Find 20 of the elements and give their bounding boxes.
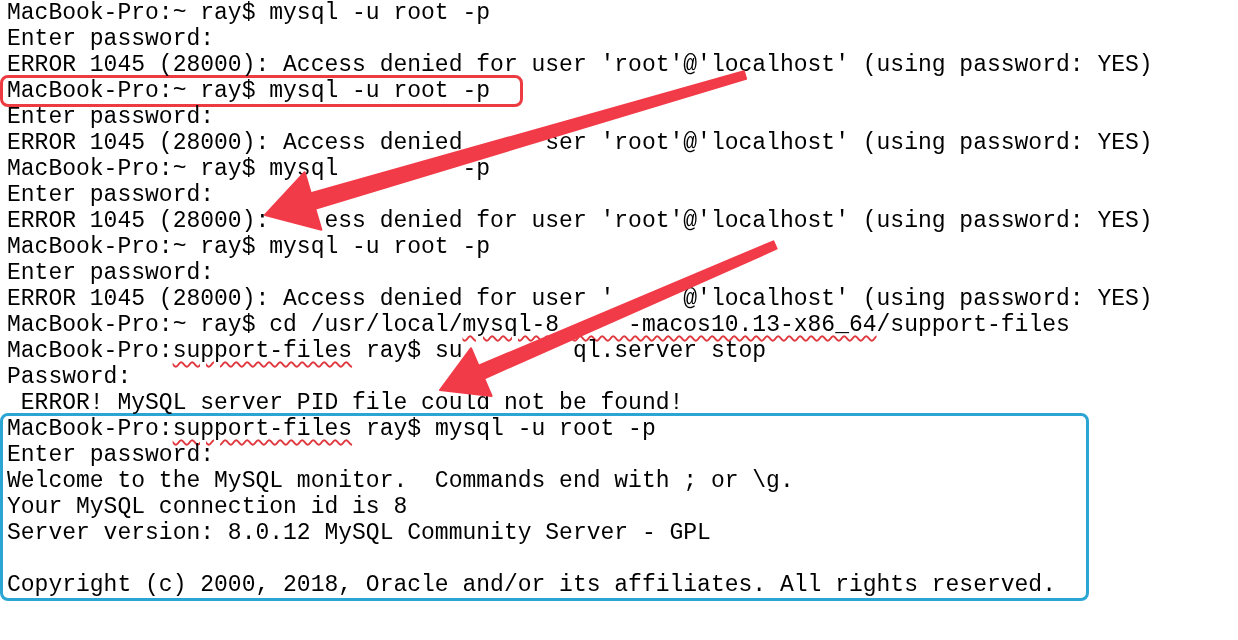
terminal-line: ERROR 1045 (28000): Access denied for user ' @'localhost' (using password: YES)	[7, 286, 1153, 312]
terminal-line: ERROR 1045 (28000): Access denied for user 'root'@'localhost' (using password: YES)	[7, 52, 1153, 78]
terminal-line: MacBook-Pro:support-files ray$ mysql -u root -p	[7, 416, 656, 442]
terminal-line: Enter password:	[7, 182, 215, 208]
terminal-line: Enter password:	[7, 26, 215, 52]
terminal-line: MacBook-Pro:~ ray$ cd /usr/local/mysql-8 -macos10.13-x86_64/support-files	[7, 312, 1070, 338]
terminal-line: Copyright (c) 2000, 2018, Oracle and/or its affiliates. All rights reserved.	[7, 572, 1056, 598]
terminal-line: Password:	[7, 364, 132, 390]
terminal-line: Your MySQL connection id is 8	[7, 494, 408, 520]
terminal-line: Enter password:	[7, 442, 215, 468]
terminal-line: Welcome to the MySQL monitor. Commands end with ; or \g.	[7, 468, 794, 494]
terminal-line: ERROR 1045 (28000): ess denied for user 'root'@'localhost' (using password: YES)	[7, 208, 1153, 234]
terminal-line: MacBook-Pro:~ ray$ mysql -p	[7, 156, 491, 182]
terminal-line: MacBook-Pro:~ ray$ mysql -u root -p	[7, 234, 491, 260]
terminal-line: Enter password:	[7, 104, 215, 130]
terminal-line: Server version: 8.0.12 MySQL Community Server - GPL	[7, 520, 711, 546]
terminal-line: Enter password:	[7, 260, 215, 286]
terminal-line: MacBook-Pro:~ ray$ mysql -u root -p	[7, 0, 491, 26]
terminal-line: MacBook-Pro:~ ray$ mysql -u root -p	[7, 78, 491, 104]
terminal-line: MacBook-Pro:support-files ray$ su ql.server stop	[7, 338, 767, 364]
